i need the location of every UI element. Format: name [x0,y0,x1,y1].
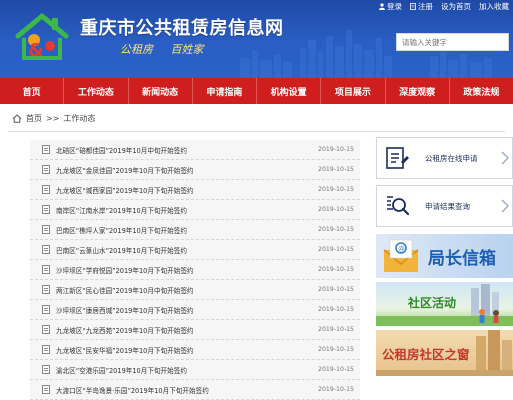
list-item-date: 2019-10-15 [318,266,354,273]
list-item-title[interactable]: 大渡口区“半岛逸景·乐园”2019年10月下旬开始签约 [56,385,318,395]
document-icon [42,365,50,374]
list-item[interactable]: 巴南区“樵坪人家”2019年10月下旬开始签约 2019-10-15 [30,220,360,240]
result-query-label: 申请结果查询 [425,201,470,211]
document-icon [42,325,50,334]
community-activity-text: 社区活动 [408,296,457,310]
list-item-title[interactable]: 沙坪坝区“康居西城”2019年10月下旬开始签约 [56,305,318,315]
login-label: 登录 [387,1,402,11]
list-item-title[interactable]: 九龙坡区“城西家园”2019年10月下旬开始签约 [56,185,318,195]
list-item-title[interactable]: 两江新区“民心佳园”2019年10月中旬开始签约 [56,285,318,295]
list-item[interactable]: 九龙坡区“民安华福”2019年10月下旬开始签约 2019-10-15 [30,340,360,360]
list-item-date: 2019-10-15 [318,166,354,173]
nav-item-policies[interactable]: 政策法规 [450,78,513,104]
list-item-title[interactable]: 巴南区“云篆山水”2019年10月下旬开始签约 [56,245,318,255]
svg-text:@: @ [398,244,405,252]
document-icon [42,285,50,294]
document-icon [42,245,50,254]
director-mailbox-text: 局长信箱 [428,249,496,269]
list-item[interactable]: 沙坪坝区“康居西城”2019年10月下旬开始签约 2019-10-15 [30,300,360,320]
list-item-date: 2019-10-15 [318,206,354,213]
list-item[interactable]: 巴南区“云篆山水”2019年10月下旬开始签约 2019-10-15 [30,240,360,260]
list-item[interactable]: 两江新区“民心佳园”2019年10月中旬开始签约 2019-10-15 [30,280,360,300]
document-icon [42,345,50,354]
list-item[interactable]: 渝北区“空港乐园”2019年10月下旬开始签约 2019-10-15 [30,360,360,380]
list-item-title[interactable]: 九龙坡区“民安华福”2019年10月下旬开始签约 [56,345,318,355]
site-header: 登录 注册 设为首页 加入收藏 & 重庆市公共租赁房信息网 公租房 百姓家 [0,0,513,78]
list-item[interactable]: 大渡口区“半岛逸景·乐园”2019年10月下旬开始签约 2019-10-15 [30,380,360,400]
site-logo[interactable]: & [14,10,76,62]
community-window-banner[interactable]: 公租房社区之窗 [376,330,513,376]
edit-icon [410,2,416,10]
list-item[interactable]: 九龙坡区“城西家园”2019年10月下旬开始签约 2019-10-15 [30,180,360,200]
list-item-date: 2019-10-15 [318,346,354,353]
nav-item-in-depth[interactable]: 深度观察 [386,78,450,104]
register-label: 注册 [418,1,433,11]
document-icon [42,305,50,314]
apply-online-card[interactable]: 公租房在线申请 [376,137,513,179]
list-item-date: 2019-10-15 [318,246,354,253]
main-nav: 首页 工作动态 新闻动态 申请指南 机构设置 项目展示 深度观察 政策法规 [0,78,513,104]
nav-item-organization[interactable]: 机构设置 [257,78,322,104]
chevron-right-icon [498,138,512,178]
application-form-icon [377,138,417,178]
community-activity-banner[interactable]: 社区活动 [376,282,513,326]
user-icon [379,2,385,10]
list-item-date: 2019-10-15 [318,226,354,233]
set-homepage-link[interactable]: 设为首页 [441,1,471,12]
breadcrumb-home[interactable]: 首页 [26,113,42,124]
list-item-title[interactable]: 九龙坡区“九龙西苑”2019年10月下旬开始签约 [56,325,318,335]
nav-item-home[interactable]: 首页 [0,78,65,104]
breadcrumb-current: 工作动态 [63,113,96,123]
list-item-title[interactable]: 渝北区“空港乐园”2019年10月下旬开始签约 [56,365,318,375]
search-list-icon [377,186,417,226]
list-item-date: 2019-10-15 [318,326,354,333]
list-item[interactable]: 沙坪坝区“学府悦园”2019年10月下旬开始签约 2019-10-15 [30,260,360,280]
list-item-date: 2019-10-15 [318,386,354,393]
document-icon [42,225,50,234]
document-icon [42,165,50,174]
svg-text:&: & [28,40,44,61]
list-item-date: 2019-10-15 [318,286,354,293]
apply-online-label: 公租房在线申请 [425,153,478,163]
list-item-date: 2019-10-15 [318,306,354,313]
chevron-right-icon [498,186,512,226]
list-item-title[interactable]: 九龙坡区“金凤佳园”2019年10月下旬开始签约 [56,165,318,175]
top-links: 登录 注册 设为首页 加入收藏 [379,0,509,12]
breadcrumb: 首页 >> 工作动态 [12,112,95,124]
result-query-card[interactable]: 申请结果查询 [376,185,513,227]
list-item[interactable]: 北碚区“碚都佳园”2019年10月中旬开始签约 2019-10-15 [30,140,360,160]
list-item-title[interactable]: 南岸区“江南水岸”2019年10月下旬开始签约 [56,205,318,215]
news-list: 北碚区“碚都佳园”2019年10月中旬开始签约 2019-10-15 九龙坡区“金… [30,140,360,400]
list-item-title[interactable]: 沙坪坝区“学府悦园”2019年10月下旬开始签约 [56,265,318,275]
list-item-title[interactable]: 巴南区“樵坪人家”2019年10月下旬开始签约 [56,225,318,235]
document-icon [42,385,50,394]
register-link[interactable]: 注册 [410,1,433,12]
document-icon [42,145,50,154]
document-icon [42,205,50,214]
nav-item-news[interactable]: 新闻动态 [129,78,193,104]
list-item-date: 2019-10-15 [318,146,354,153]
director-mailbox-banner[interactable]: @ 局长信箱 [376,234,513,278]
add-favorite-link[interactable]: 加入收藏 [479,1,509,12]
login-link[interactable]: 登录 [379,1,402,12]
list-item-date: 2019-10-15 [318,366,354,373]
envelope-icon: @ [383,239,419,272]
document-icon [42,185,50,194]
breadcrumb-separator: >> [46,113,60,123]
list-item[interactable]: 九龙坡区“九龙西苑”2019年10月下旬开始签约 2019-10-15 [30,320,360,340]
site-slogan: 公租房 百姓家 [120,43,204,56]
list-item[interactable]: 九龙坡区“金凤佳园”2019年10月下旬开始签约 2019-10-15 [30,160,360,180]
document-icon [42,265,50,274]
site-title: 重庆市公共租赁房信息网 [80,18,284,39]
list-item-title[interactable]: 北碚区“碚都佳园”2019年10月中旬开始签约 [56,145,318,155]
list-item-date: 2019-10-15 [318,186,354,193]
search-input[interactable] [396,33,509,51]
list-item[interactable]: 南岸区“江南水岸”2019年10月下旬开始签约 2019-10-15 [30,200,360,220]
community-window-text: 公租房社区之窗 [382,347,470,362]
home-icon [12,113,22,123]
nav-item-projects[interactable]: 项目展示 [321,78,386,104]
nav-item-application-guide[interactable]: 申请指南 [193,78,257,104]
divider [8,131,505,132]
nav-item-work-news[interactable]: 工作动态 [64,78,129,104]
